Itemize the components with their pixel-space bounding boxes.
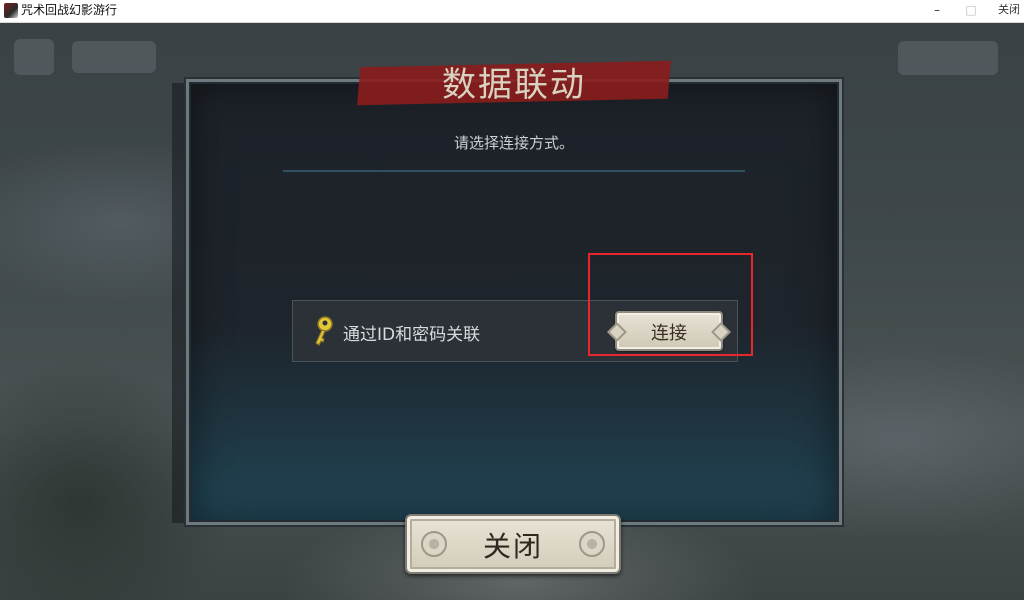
background-blur-element xyxy=(14,39,54,75)
divider xyxy=(283,170,745,172)
game-scene: 数据联动 请选择连接方式。 通过ID和密码关联 连接 关闭 xyxy=(0,23,1024,600)
dialog-title: 数据联动 xyxy=(442,65,586,105)
key-icon xyxy=(315,316,333,346)
window-titlebar: 咒术回战幻影游行 – □ 关闭 xyxy=(0,0,1024,23)
background-blur-element xyxy=(72,41,156,73)
background-blur-element xyxy=(898,41,998,75)
window-title: 咒术回战幻影游行 xyxy=(21,3,118,17)
dialog-subtitle: 请选择连接方式。 xyxy=(453,134,574,152)
close-button[interactable]: 关闭 xyxy=(405,514,621,574)
window-close-button[interactable]: 关闭 xyxy=(994,0,1024,22)
minimize-button[interactable]: – xyxy=(926,0,948,22)
highlight-annotation xyxy=(588,253,753,356)
close-button-label: 关闭 xyxy=(482,530,543,563)
app-icon xyxy=(4,3,18,18)
maximize-button[interactable]: □ xyxy=(960,0,982,22)
option-label: 通过ID和密码关联 xyxy=(343,325,481,345)
